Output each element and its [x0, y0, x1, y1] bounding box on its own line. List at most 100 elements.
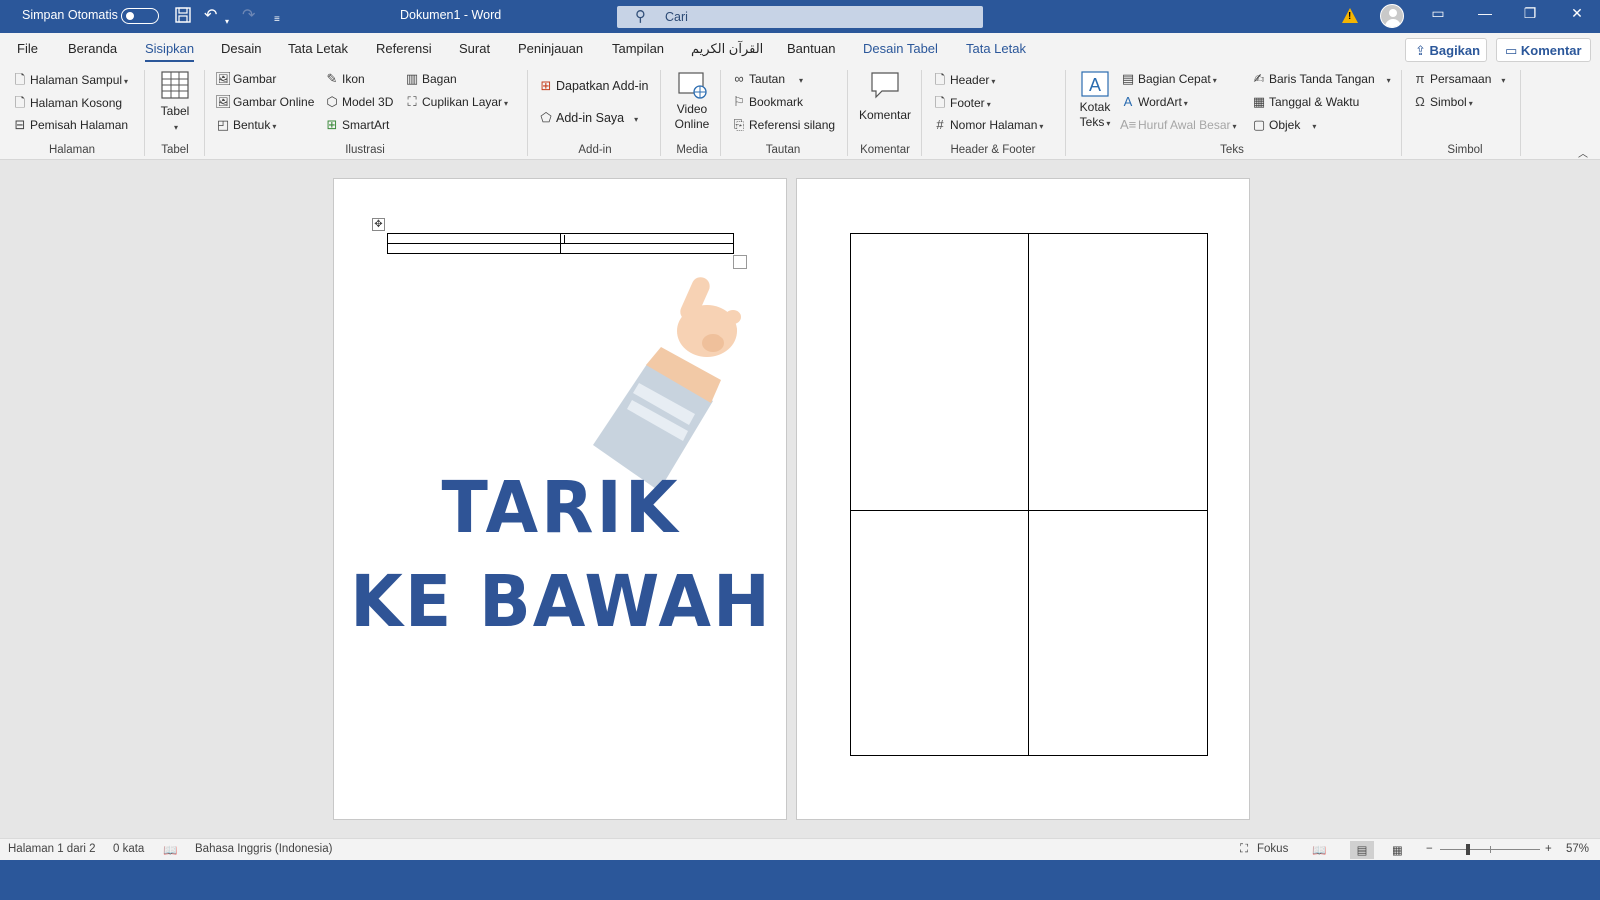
new-comment-button[interactable]: Komentar [855, 70, 915, 123]
page-2[interactable] [796, 178, 1250, 820]
drop-cap-button[interactable]: A≡ Huruf Awal Besar ▾ [1120, 117, 1237, 132]
tab-referensi[interactable]: Referensi [376, 41, 432, 56]
small-table[interactable] [387, 233, 734, 254]
smartart-button[interactable]: ⊞ SmartArt [324, 117, 390, 133]
ribbon-display-options-icon[interactable]: ▭ [1423, 5, 1453, 22]
signature-icon: ✍ [1253, 71, 1265, 86]
zoom-level[interactable]: 57% [1566, 843, 1589, 855]
tab-tata-letak[interactable]: Tata Letak [288, 41, 348, 56]
pictures-button[interactable]: 🖼Gambar [215, 71, 276, 87]
shapes-button[interactable]: ◰ Bentuk ▾ [215, 117, 277, 133]
language-indicator[interactable]: Bahasa Inggris (Indonesia) [195, 843, 332, 855]
close-icon[interactable]: ✕ [1562, 5, 1592, 22]
document-canvas[interactable]: ✥ TARIK KE BAWAH [0, 160, 1600, 838]
chart-label: Bagan [422, 72, 457, 86]
zoom-out-icon[interactable]: − [1426, 843, 1433, 855]
tab-bantuan[interactable]: Bantuan [787, 41, 835, 56]
symbol-button[interactable]: Ω Simbol ▾ [1412, 94, 1473, 109]
minimize-icon[interactable]: — [1470, 5, 1500, 21]
chevron-down-icon: ▾ [991, 77, 996, 86]
focus-icon[interactable]: ⛶ [1240, 843, 1248, 856]
table-button[interactable]: Tabel ▾ [153, 70, 197, 135]
cover-page-button[interactable]: 🗋 Halaman Sampul ▾ [12, 71, 128, 93]
comments-button[interactable]: ▭ Komentar [1496, 38, 1591, 62]
share-button[interactable]: ⇪ Bagikan [1405, 38, 1487, 62]
chevron-down-icon: ▾ [1212, 76, 1217, 85]
zoom-slider[interactable] [1440, 844, 1540, 855]
tab-desain-tabel[interactable]: Desain Tabel [863, 41, 938, 56]
link-button[interactable]: ∞ Tautan ▾ [731, 71, 803, 86]
undo-dropdown-icon[interactable]: ▾ [225, 12, 229, 32]
read-mode-icon[interactable]: 📖 [1312, 843, 1326, 857]
table-resize-handle[interactable] [733, 255, 747, 269]
focus-mode-label[interactable]: Fokus [1257, 843, 1288, 855]
drop-cap-label: Huruf Awal Besar [1138, 118, 1231, 132]
bookmark-button[interactable]: ⚐ Bookmark [731, 94, 803, 110]
restore-icon[interactable]: ❐ [1515, 5, 1545, 22]
print-layout-icon[interactable]: ▤ [1350, 841, 1374, 859]
footer-button[interactable]: 🗋 Footer ▾ [932, 94, 991, 116]
page-number-icon: # [936, 117, 944, 132]
comment-icon [871, 72, 899, 99]
page-1[interactable]: ✥ TARIK KE BAWAH [333, 178, 787, 820]
3d-models-button[interactable]: ⬡ Model 3D [324, 94, 393, 110]
table-move-handle-icon[interactable]: ✥ [372, 218, 385, 231]
quick-parts-button[interactable]: ▤ Bagian Cepat ▾ [1120, 71, 1217, 87]
tab-quran[interactable]: القرآن الكريم [691, 41, 763, 57]
text-box-button[interactable]: A Kotak Teks ▾ [1073, 70, 1117, 131]
zoom-in-icon[interactable]: + [1545, 843, 1552, 855]
undo-icon[interactable]: ↶ [204, 6, 217, 26]
svg-text:A: A [1089, 75, 1101, 95]
online-video-button[interactable]: Video Online [667, 70, 717, 132]
online-pictures-button[interactable]: 🖼Gambar Online [215, 94, 314, 110]
object-icon: ▢ [1252, 117, 1266, 132]
screenshot-button[interactable]: ⛶ Cuplikan Layar ▾ [404, 94, 508, 110]
large-table[interactable] [850, 233, 1208, 756]
text-box-icon: A [1081, 71, 1109, 97]
tab-tata-letak-tabel[interactable]: Tata Letak [966, 41, 1026, 56]
my-addins-button[interactable]: ⬠ Add-in Saya ▾ [538, 110, 638, 126]
word-count[interactable]: 0 kata [113, 843, 144, 855]
redo-icon[interactable]: ↷ [242, 6, 255, 26]
blank-page-button[interactable]: 🗋 Halaman Kosong [12, 94, 122, 116]
get-addins-button[interactable]: ⊞ Dapatkan Add-in [538, 78, 649, 94]
taskbar-band [0, 860, 1600, 900]
document-title: Dokumen1 - Word [400, 8, 502, 22]
signature-line-label: Baris Tanda Tangan [1269, 72, 1375, 86]
3d-models-label: Model 3D [342, 95, 394, 109]
collapse-ribbon-icon[interactable]: ︿ [1578, 145, 1588, 160]
smartart-icon: ⊞ [326, 117, 338, 132]
icons-icon: ✎ [326, 71, 338, 86]
equation-button[interactable]: π Persamaan ▾ [1412, 71, 1506, 86]
avatar[interactable] [1380, 4, 1404, 28]
zoom-slider-thumb[interactable] [1466, 844, 1470, 855]
page-break-button[interactable]: ⊟ Pemisah Halaman [12, 117, 129, 133]
tab-file[interactable]: File [17, 41, 38, 56]
tab-sisipkan[interactable]: Sisipkan [145, 41, 195, 62]
signature-line-button[interactable]: ✍ Baris Tanda Tangan ▾ [1251, 71, 1391, 87]
tab-desain[interactable]: Desain [221, 41, 261, 56]
object-button[interactable]: ▢ Objek ▾ [1251, 117, 1317, 133]
customize-toolbar-icon[interactable]: ≡ [274, 10, 280, 30]
tab-surat[interactable]: Surat [459, 41, 490, 56]
wordart-button[interactable]: A WordArt ▾ [1120, 94, 1188, 109]
tab-peninjauan[interactable]: Peninjauan [518, 41, 583, 56]
tab-beranda[interactable]: Beranda [68, 41, 117, 56]
chevron-down-icon: ▾ [799, 76, 804, 85]
group-label-addin: Add-in [578, 144, 612, 156]
date-time-button[interactable]: ▦ Tanggal & Waktu [1251, 94, 1359, 110]
search-box[interactable]: ⚲ Cari [617, 6, 983, 28]
header-button[interactable]: 🗋 Header ▾ [932, 71, 996, 93]
icons-button[interactable]: ✎ Ikon [324, 71, 365, 87]
proofing-icon[interactable]: 📖 [163, 843, 177, 857]
blank-page-icon: 🗋 [14, 95, 26, 110]
autosave-toggle[interactable] [121, 8, 159, 24]
tab-tampilan[interactable]: Tampilan [612, 41, 664, 56]
page-number-button[interactable]: # Nomor Halaman ▾ [932, 117, 1043, 132]
chart-button[interactable]: ▥ Bagan [404, 71, 457, 87]
warning-icon[interactable]: ! [1342, 8, 1358, 23]
web-layout-icon[interactable]: ▦ [1392, 843, 1403, 857]
save-icon[interactable] [174, 6, 192, 30]
page-count[interactable]: Halaman 1 dari 2 [8, 843, 96, 855]
cross-reference-button[interactable]: ⎘ Referensi silang [731, 117, 835, 133]
